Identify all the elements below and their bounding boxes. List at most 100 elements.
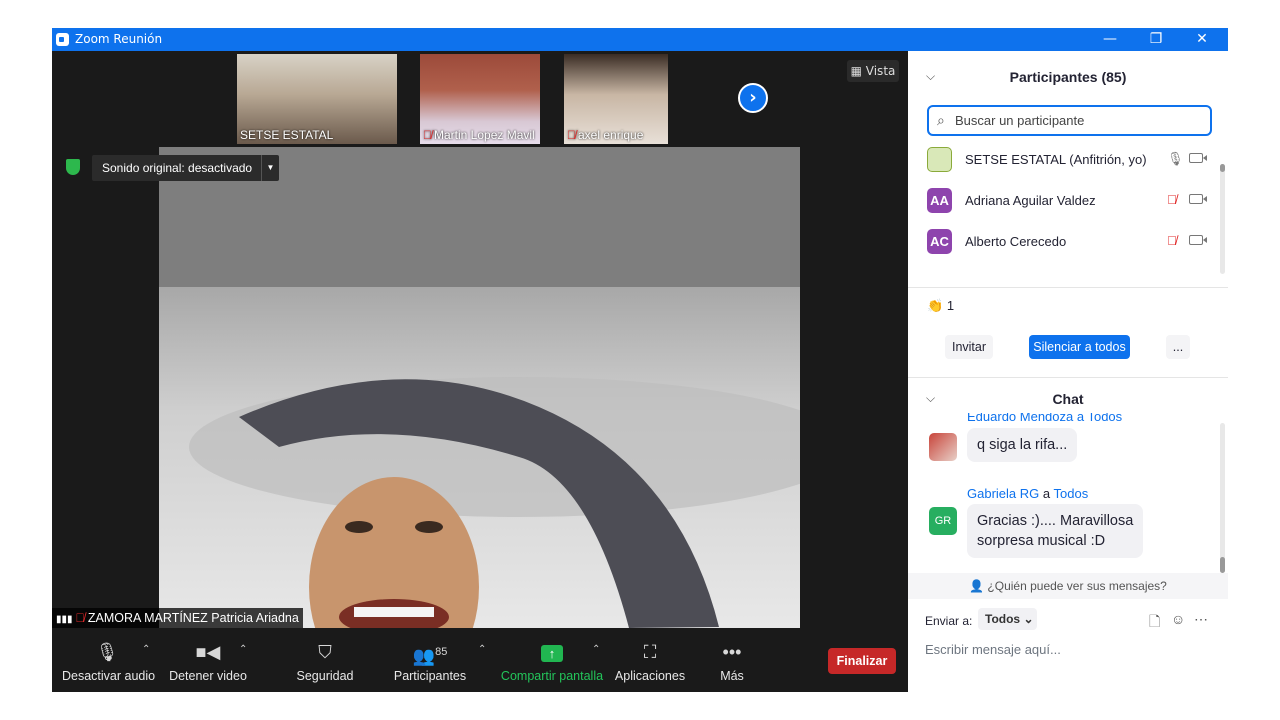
send-to-select[interactable]: Todos ⌄ xyxy=(978,608,1037,630)
mute-all-button[interactable]: Silenciar a todos xyxy=(1029,335,1130,359)
search-placeholder: Buscar un participante xyxy=(955,113,1085,128)
file-icon[interactable]: 🗋 xyxy=(1149,611,1160,635)
thumb-name: Martin Lopez Mavil xyxy=(434,128,535,142)
chat-title: Chat xyxy=(1052,391,1084,407)
avatar: AC xyxy=(927,229,952,254)
caret-down-icon[interactable]: ▼ xyxy=(261,155,279,181)
chat-bubble: q siga la rifa... xyxy=(967,428,1078,462)
mic-off-icon[interactable]: 🎙̸ xyxy=(1167,192,1177,207)
thumb-setse-estatal[interactable]: SETSE ESTATAL xyxy=(237,54,397,144)
participant-row[interactable]: AC Alberto Cerecedo 🎙̸ xyxy=(927,229,1217,255)
participant-count: 85 xyxy=(435,646,448,658)
thumb-axel-enrique[interactable]: 🎙̸ axel enrique xyxy=(564,54,668,144)
shield-icon: ⛉ xyxy=(318,642,332,662)
meeting-toolbar: 🎙 Desactivar audio ⌃ ■◀ Detener video ⌃ … xyxy=(52,628,908,692)
participants-icon: 👥85 xyxy=(412,646,448,666)
participant-row[interactable]: AA Adriana Aguilar Valdez 🎙̸ xyxy=(927,188,1217,214)
mic-off-icon[interactable]: 🎙̸ xyxy=(1167,233,1177,248)
security-label: Seguridad xyxy=(296,669,354,683)
divider xyxy=(908,377,1228,378)
thumb-label: 🎙̸ axel enrique xyxy=(567,128,643,142)
chevron-up-icon[interactable]: ⌃ xyxy=(592,644,600,655)
share-arrow-icon: ↑ xyxy=(500,640,604,664)
end-meeting-button[interactable]: Finalizar xyxy=(828,648,896,674)
search-icon: ⌕ xyxy=(937,112,945,128)
chevron-up-icon[interactable]: ⌃ xyxy=(478,644,486,655)
chat-sender-partial: Eduardo Mendoza a Todos xyxy=(967,413,1123,424)
speaker-name: ZAMORA MARTÍNEZ Patricia Ariadna xyxy=(87,611,299,625)
emoji-icon[interactable]: ☺ xyxy=(1171,611,1185,627)
minimize-button[interactable]: — xyxy=(1087,28,1133,51)
video-camera-icon: ■◀ xyxy=(195,642,221,662)
view-button[interactable]: ▦ Vista xyxy=(847,60,899,82)
chevron-up-icon[interactable]: ⌃ xyxy=(142,644,150,655)
clap-reaction: 👏 1 xyxy=(927,298,955,313)
participants-label: Participantes xyxy=(393,669,467,683)
divider xyxy=(908,287,1228,288)
participant-search-input[interactable]: ⌕ Buscar un participante xyxy=(927,105,1212,136)
chat-messages: Eduardo Mendoza a Todos q siga la rifa..… xyxy=(908,413,1220,573)
chat-line: Gracias :).... Maravillosa xyxy=(977,513,1134,529)
close-button[interactable]: ✕ xyxy=(1179,28,1225,51)
microphone-icon[interactable]: 🎙 xyxy=(1167,151,1184,167)
recipient-name: Todos xyxy=(1053,486,1089,501)
security-button[interactable]: ⛉ Seguridad xyxy=(295,640,355,683)
video-stage: SETSE ESTATAL 🎙̸ Martin Lopez Mavil 🎙̸ axe… xyxy=(52,51,908,692)
avatar xyxy=(929,433,957,461)
participants-button[interactable]: 👥85 Participantes ⌃ xyxy=(392,640,487,683)
participants-title: Participantes (85) xyxy=(1009,69,1127,85)
chat-header: ⌵ Chat xyxy=(908,381,1228,417)
video-camera-icon[interactable] xyxy=(1189,153,1207,163)
participant-row[interactable]: SETSE ESTATAL (Anfitrión, yo) 🎙 xyxy=(927,147,1217,173)
chat-bubble: Gracias :).... Maravillosa sorpresa music… xyxy=(967,504,1144,558)
speaker-name-label: ▮▮▮ 🎙̸ ZAMORA MARTÍNEZ Patricia Ariadna xyxy=(52,608,303,628)
more-dots-icon: ••• xyxy=(722,642,742,662)
gallery-strip: SETSE ESTATAL 🎙̸ Martin Lopez Mavil 🎙̸ axe… xyxy=(52,51,908,147)
send-to-value: Todos xyxy=(985,612,1021,626)
microphone-icon: 🎙 xyxy=(95,642,119,662)
audio-label: Desactivar audio xyxy=(62,669,156,683)
restore-button[interactable]: ❐ xyxy=(1133,28,1179,51)
participant-name: SETSE ESTATAL (Anfitrión, yo) xyxy=(965,152,1147,167)
chevron-up-icon[interactable]: ⌃ xyxy=(239,644,247,655)
invite-button[interactable]: Invitar xyxy=(945,335,993,359)
share-screen-button[interactable]: ↑ Compartir pantalla ⌃ xyxy=(500,640,604,683)
title-bar: Zoom Reunión — ❐ ✕ xyxy=(52,28,1228,51)
apps-icon: ⛶ xyxy=(643,642,657,662)
encryption-shield-icon xyxy=(66,159,80,175)
signal-bars-icon: ▮▮▮ xyxy=(56,614,73,625)
send-to-label: Enviar a: xyxy=(925,614,973,628)
thumb-martin-lopez[interactable]: 🎙̸ Martin Lopez Mavil xyxy=(420,54,540,144)
more-button[interactable]: ••• Más xyxy=(712,640,752,683)
video-camera-icon[interactable] xyxy=(1189,194,1207,204)
apps-label: Aplicaciones xyxy=(614,669,686,683)
zoom-window: Zoom Reunión — ❐ ✕ SETSE ESTATAL 🎙̸ Marti… xyxy=(52,28,1228,692)
next-page-button[interactable]: › xyxy=(738,83,768,113)
participants-scrollbar[interactable] xyxy=(1220,164,1225,274)
chat-sender: Gabriela RG a Todos xyxy=(967,486,1088,501)
avatar: GR xyxy=(929,507,957,535)
mic-off-icon: 🎙̸ xyxy=(567,128,576,142)
chat-scrollbar[interactable] xyxy=(1220,423,1225,573)
window-title: Zoom Reunión xyxy=(75,32,163,46)
zoom-app-icon xyxy=(56,33,69,46)
more-options-button[interactable]: ... xyxy=(1166,335,1190,359)
sender-connector: a xyxy=(1042,486,1051,501)
video-camera-icon[interactable] xyxy=(1189,235,1207,245)
original-sound-toggle[interactable]: Sonido original: desactivado ▼ xyxy=(92,155,279,181)
thumb-name: axel enrique xyxy=(578,128,644,142)
sound-label: Sonido original: desactivado xyxy=(102,161,253,175)
mute-audio-button[interactable]: 🎙 Desactivar audio ⌃ xyxy=(62,640,156,683)
chat-line: sorpresa musical :D xyxy=(977,533,1106,549)
video-label: Detener video xyxy=(169,669,247,683)
more-dots-icon[interactable]: ⋯ xyxy=(1194,611,1208,628)
apps-button[interactable]: ⛶ Aplicaciones xyxy=(614,640,686,683)
active-speaker-video xyxy=(159,147,800,628)
stop-video-button[interactable]: ■◀ Detener video ⌃ xyxy=(168,640,248,683)
chat-message-input[interactable]: Escribir mensaje aquí... xyxy=(925,642,1061,657)
more-label: Más xyxy=(720,669,744,683)
participant-name: Alberto Cerecedo xyxy=(965,234,1067,249)
avatar: AA xyxy=(927,188,952,213)
video-frame xyxy=(159,147,800,628)
who-can-see-link[interactable]: 👤 ¿Quién puede ver sus mensajes? xyxy=(908,573,1228,599)
